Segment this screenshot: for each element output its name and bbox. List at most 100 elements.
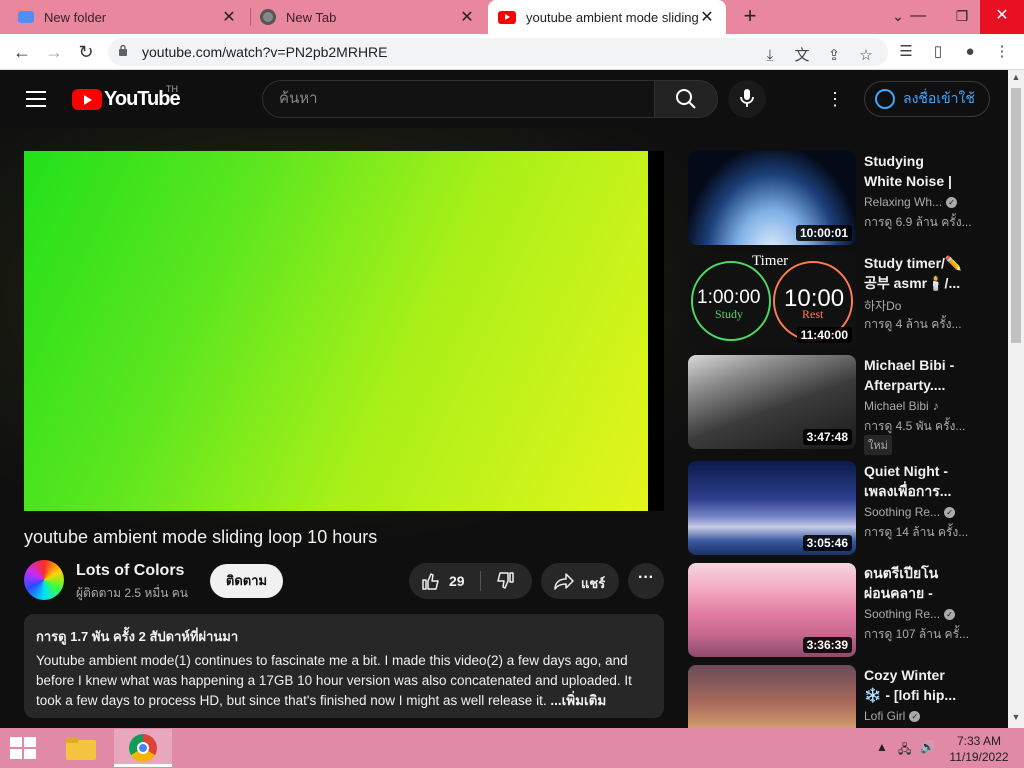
related-video[interactable]: 3:47:48 Michael Bibi - Afterparty.... Mi… bbox=[688, 355, 1008, 455]
subscribe-button[interactable]: ติดตาม bbox=[210, 564, 283, 598]
clock-date: 11/19/2022 bbox=[949, 750, 1009, 764]
chrome-menu-icon[interactable]: ⋮ bbox=[990, 40, 1014, 64]
youtube-play-icon bbox=[72, 89, 102, 110]
more-actions-button[interactable]: ··· bbox=[628, 563, 664, 599]
microphone-icon bbox=[740, 89, 754, 107]
voice-search-button[interactable] bbox=[728, 80, 766, 118]
related-title: Quiet Night - เพลงเพื่อการ... bbox=[864, 463, 952, 499]
music-note-icon: ♪ bbox=[932, 399, 939, 413]
thumbs-up-icon bbox=[422, 573, 439, 590]
video-frame bbox=[24, 151, 648, 511]
sign-in-button[interactable]: ลงชื่อเข้าใช้ bbox=[864, 81, 990, 117]
video-thumbnail[interactable] bbox=[688, 665, 856, 728]
side-panel-icon[interactable]: ▯ bbox=[926, 40, 950, 64]
share-button[interactable]: แชร์ bbox=[541, 563, 619, 599]
close-window-icon[interactable]: ✕ bbox=[980, 0, 1024, 34]
forward-icon[interactable]: → bbox=[40, 38, 68, 66]
related-channel: Soothing Re... ✓ bbox=[864, 505, 956, 519]
description-text: Youtube ambient mode(1) continues to fas… bbox=[36, 653, 632, 708]
page-scrollbar[interactable]: ▲ ▼ bbox=[1008, 70, 1024, 728]
search-icon bbox=[676, 89, 696, 109]
close-tab-icon[interactable]: ✕ bbox=[220, 7, 238, 27]
chrome-icon bbox=[129, 734, 157, 762]
system-clock[interactable]: 7:33 AM 11/19/2022 bbox=[944, 733, 1014, 765]
duration-badge: 3:36:39 bbox=[802, 637, 852, 653]
close-tab-icon[interactable]: ✕ bbox=[458, 7, 476, 27]
youtube-header: YouTube TH ⋮ ลงชื่อเข้าใช้ bbox=[0, 70, 1008, 128]
profile-icon[interactable]: ● bbox=[958, 40, 982, 64]
duration-badge: 3:47:48 bbox=[802, 429, 852, 445]
video-thumbnail[interactable]: 3:36:39 bbox=[688, 563, 856, 657]
back-icon[interactable]: ← bbox=[8, 38, 36, 66]
verified-icon: ✓ bbox=[944, 507, 956, 519]
install-app-icon[interactable]: ⤓ bbox=[758, 44, 782, 68]
video-thumbnail[interactable]: 3:47:48 bbox=[688, 355, 856, 449]
scrollbar-thumb[interactable] bbox=[1011, 88, 1021, 343]
bookmark-star-icon[interactable]: ☆ bbox=[854, 44, 878, 68]
new-badge: ใหม่ bbox=[864, 435, 892, 455]
country-code: TH bbox=[166, 84, 178, 94]
tab-new-tab[interactable]: New Tab ✕ bbox=[250, 0, 486, 34]
search-button[interactable] bbox=[654, 80, 718, 118]
video-thumbnail[interactable]: 3:05:46 bbox=[688, 461, 856, 555]
chrome-taskbar-button[interactable] bbox=[114, 729, 172, 767]
related-title: Studying White Noise | Focus... bbox=[864, 153, 952, 189]
related-channel: Lofi Girl ✓ bbox=[864, 709, 921, 723]
video-thumbnail[interactable]: Timer 1:00:00 Study 10:00 Rest 11:40:00 bbox=[688, 253, 856, 347]
windows-taskbar: ▲ 🖧 🔊 7:33 AM 11/19/2022 bbox=[0, 728, 1024, 768]
related-title: Study timer/✏️ 공부 asmr🕯️/... bbox=[864, 255, 963, 291]
video-thumbnail[interactable]: 10:00:01 bbox=[688, 151, 856, 245]
search-box bbox=[262, 80, 656, 118]
related-video[interactable]: 3:05:46 Quiet Night - เพลงเพื่อการ... So… bbox=[688, 461, 1008, 557]
scroll-down-icon[interactable]: ▼ bbox=[1008, 712, 1024, 726]
dislike-button[interactable] bbox=[481, 563, 532, 599]
search-input[interactable] bbox=[279, 90, 619, 107]
new-tab-button[interactable]: + bbox=[738, 4, 762, 30]
related-video[interactable]: 10:00:01 Studying White Noise | Focus...… bbox=[688, 151, 1008, 247]
duration-badge: 10:00:01 bbox=[795, 225, 852, 241]
youtube-logo[interactable]: YouTube TH bbox=[72, 84, 181, 111]
tab-title: youtube ambient mode sliding lo bbox=[526, 9, 698, 25]
description-box[interactable]: การดู 1.7 พัน ครั้ง 2 สัปดาห์ที่ผ่านมา Y… bbox=[24, 614, 664, 718]
url-text: youtube.com/watch?v=PN2pb2MRHRE bbox=[142, 44, 388, 60]
network-icon[interactable]: 🖧 bbox=[898, 740, 911, 761]
share-page-icon[interactable]: ⇪ bbox=[822, 44, 846, 68]
related-channel: 하자Do bbox=[864, 299, 902, 313]
related-title: Michael Bibi - Afterparty.... bbox=[864, 357, 955, 393]
address-bar[interactable]: youtube.com/watch?v=PN2pb2MRHRE ⤓ 文 ⇪ ☆ bbox=[108, 38, 888, 66]
like-button[interactable]: 29 bbox=[409, 563, 480, 599]
related-channel: Soothing Re... ✓ bbox=[864, 607, 956, 621]
related-video[interactable]: 3:36:39 ดนตรีเปียโนผ่อนคลาย - ดนตรี... S… bbox=[688, 563, 1008, 659]
related-video[interactable]: Cozy Winter ❄️ - [lofi hip... Lofi Girl ✓ bbox=[688, 665, 1008, 728]
close-tab-icon[interactable]: ✕ bbox=[698, 7, 716, 27]
minimize-icon[interactable]: — bbox=[898, 0, 938, 34]
related-views: การดู 6.9 ล้าน ครั้ง... bbox=[864, 215, 972, 229]
youtube-icon bbox=[498, 10, 516, 24]
show-more-link[interactable]: ...เพิ่มเติม bbox=[547, 693, 606, 708]
show-hidden-icons[interactable]: ▲ bbox=[876, 740, 888, 754]
translate-icon[interactable]: 文 bbox=[790, 44, 814, 68]
duration-badge: 11:40:00 bbox=[796, 327, 852, 343]
file-explorer-icon[interactable] bbox=[64, 734, 98, 762]
settings-kebab-icon[interactable]: ⋮ bbox=[826, 90, 844, 108]
timer-label: Timer bbox=[752, 253, 789, 269]
reading-list-icon[interactable]: ☰ bbox=[894, 40, 918, 64]
thumbs-down-icon bbox=[497, 572, 514, 589]
video-player[interactable] bbox=[24, 151, 664, 511]
tab-new-folder[interactable]: New folder ✕ bbox=[8, 0, 248, 34]
volume-icon[interactable]: 🔊 bbox=[920, 740, 935, 754]
related-views: การดู 107 ล้าน ครั้... bbox=[864, 627, 970, 641]
tab-youtube[interactable]: youtube ambient mode sliding lo ✕ bbox=[488, 0, 726, 34]
rest-label: Rest bbox=[802, 307, 824, 321]
scroll-up-icon[interactable]: ▲ bbox=[1008, 72, 1024, 86]
hamburger-menu-icon[interactable] bbox=[26, 91, 46, 107]
channel-avatar[interactable] bbox=[24, 560, 64, 600]
channel-name[interactable]: Lots of Colors bbox=[76, 562, 184, 580]
tab-strip: New folder ✕ New Tab ✕ youtube ambient m… bbox=[0, 0, 1024, 34]
reload-icon[interactable]: ↻ bbox=[72, 38, 100, 66]
related-title: Cozy Winter ❄️ - [lofi hip... bbox=[864, 667, 957, 703]
lock-icon bbox=[119, 44, 127, 56]
related-video[interactable]: Timer 1:00:00 Study 10:00 Rest 11:40:00 … bbox=[688, 253, 1008, 349]
windows-start-icon[interactable] bbox=[10, 737, 38, 759]
restore-icon[interactable]: ❐ bbox=[942, 0, 982, 34]
